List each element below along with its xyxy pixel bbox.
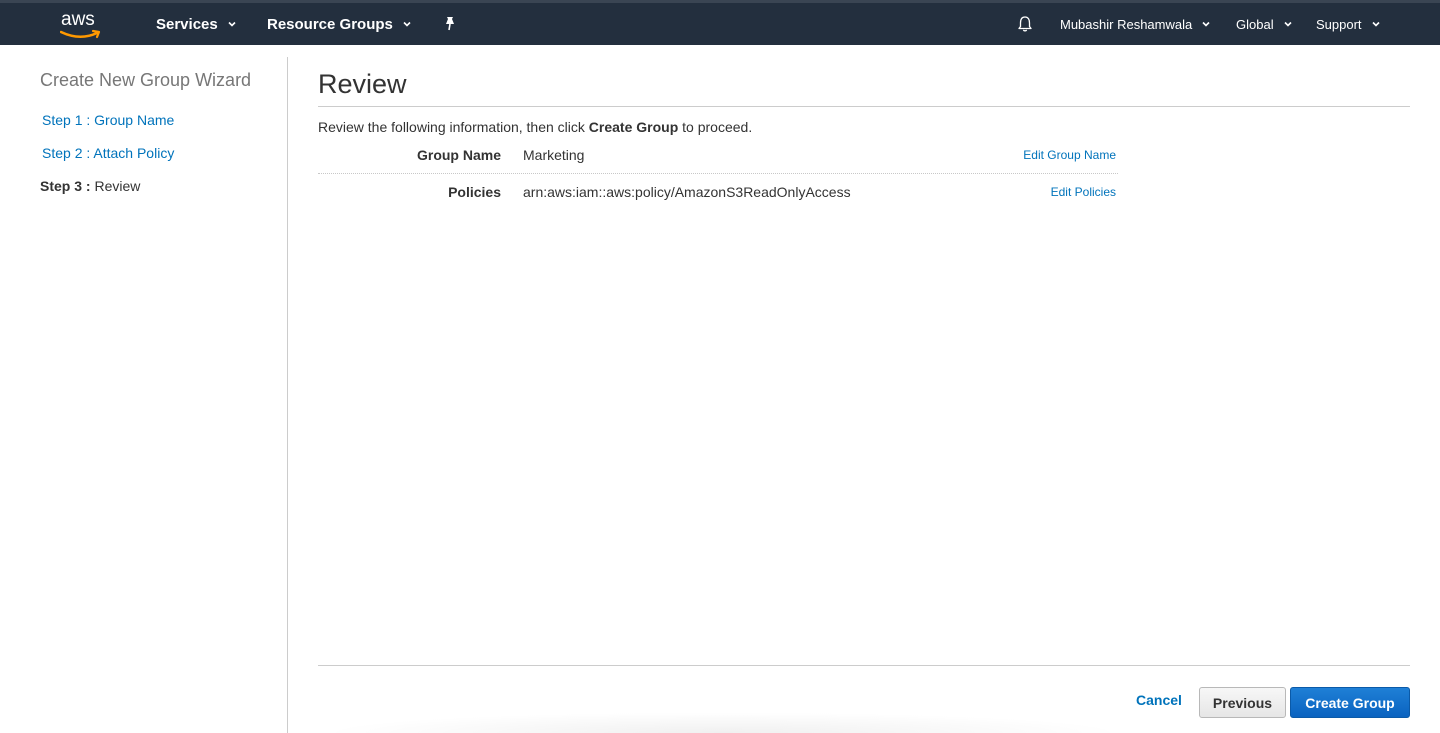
aws-smile-icon: [60, 29, 101, 39]
resource-groups-label: Resource Groups: [267, 15, 393, 33]
step-2-link[interactable]: Step 2 : Attach Policy: [42, 145, 174, 161]
group-name-value: Marketing: [523, 147, 585, 163]
policies-value: arn:aws:iam::aws:policy/AmazonS3ReadOnly…: [523, 184, 851, 200]
user-name: Mubashir Reshamwala: [1060, 16, 1193, 32]
intro-text-bold: Create Group: [588, 119, 679, 135]
step-1-label: Group Name: [94, 112, 175, 128]
step-1-link[interactable]: Step 1 : Group Name: [42, 112, 174, 128]
row-divider: [318, 173, 1118, 174]
step-1-prefix: Step 1 :: [42, 112, 91, 128]
intro-text-after: to proceed.: [678, 119, 753, 135]
support-label: Support: [1316, 16, 1362, 32]
notifications-button[interactable]: [1016, 3, 1034, 45]
wizard-sidebar: Create New Group Wizard Step 1 : Group N…: [0, 57, 288, 733]
top-navigation-bar: aws Services Resource Groups Mubashir Re…: [0, 0, 1440, 45]
cancel-link[interactable]: Cancel: [1136, 692, 1182, 708]
create-group-button[interactable]: Create Group: [1290, 687, 1410, 718]
aws-logo[interactable]: aws: [60, 9, 104, 41]
step-2-prefix: Step 2 :: [42, 145, 91, 161]
step-3-label: Review: [94, 178, 141, 194]
chevron-down-icon: [228, 21, 236, 27]
step-3-prefix: Step 3 :: [40, 178, 91, 194]
chevron-down-icon: [1284, 21, 1292, 27]
footer-divider: [318, 665, 1410, 666]
region-label: Global: [1236, 16, 1274, 32]
step-2-label: Attach Policy: [93, 145, 175, 161]
user-account-menu[interactable]: Mubashir Reshamwala: [1060, 3, 1211, 45]
resource-groups-menu[interactable]: Resource Groups: [267, 3, 412, 45]
policies-label: Policies: [448, 184, 501, 200]
footer-shadow: [318, 712, 1128, 733]
pin-icon: [446, 17, 454, 31]
review-instructions: Review the following information, then c…: [318, 119, 752, 135]
policies-row: Policies arn:aws:iam::aws:policy/AmazonS…: [318, 184, 1118, 220]
chevron-down-icon: [403, 21, 411, 27]
page-title: Review: [318, 69, 407, 99]
support-menu[interactable]: Support: [1316, 3, 1381, 45]
services-menu[interactable]: Services: [156, 3, 237, 45]
step-3-current: Step 3 : Review: [40, 178, 140, 194]
intro-text-before: Review the following information, then c…: [318, 119, 589, 135]
edit-group-name-link[interactable]: Edit Group Name: [1023, 148, 1116, 162]
pin-button[interactable]: [443, 3, 457, 45]
chevron-down-icon: [1202, 21, 1210, 27]
chevron-down-icon: [1371, 21, 1380, 27]
group-name-label: Group Name: [416, 147, 501, 163]
region-menu[interactable]: Global: [1236, 3, 1293, 45]
title-divider: [318, 106, 1410, 107]
previous-button[interactable]: Previous: [1199, 687, 1286, 718]
aws-logo-text: aws: [61, 9, 95, 30]
services-label: Services: [156, 15, 218, 33]
wizard-title: Create New Group Wizard: [40, 70, 252, 90]
bell-icon: [1018, 16, 1032, 32]
edit-policies-link[interactable]: Edit Policies: [1051, 185, 1116, 199]
group-name-row: Group Name Marketing Edit Group Name: [318, 147, 1118, 183]
